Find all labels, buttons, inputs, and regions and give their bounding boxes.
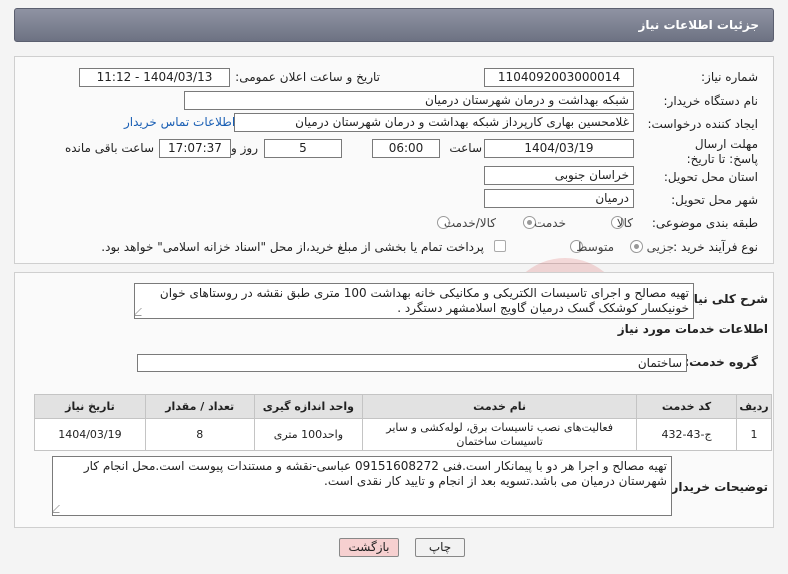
requester-label: ایجاد کننده درخواست: <box>647 117 758 131</box>
description-textarea: تهیه مصالح و اجرای تاسیسات الکتریکی و مک… <box>134 283 694 319</box>
service-group-label: گروه خدمت: <box>684 355 758 369</box>
table-row: 1 ج-43-432 فعالیت‌های نصب تاسیسات برق، ل… <box>34 418 772 451</box>
table-header-row: ردیف کد خدمت نام خدمت واحد اندازه گیری ت… <box>34 394 772 419</box>
col-unit-header: واحد اندازه گیری <box>253 394 364 419</box>
purchase-minor-radio[interactable] <box>630 240 643 253</box>
category-goods-label: کالا <box>616 216 633 230</box>
cell-quantity: 8 <box>144 418 255 451</box>
back-button[interactable]: بازگشت <box>339 538 399 557</box>
city-label: شهر محل تحویل: <box>671 193 758 207</box>
remaining-label: ساعت باقی مانده <box>64 141 154 155</box>
city-field: درمیان <box>484 189 634 208</box>
purchase-type-label: نوع فرآیند خرید : <box>673 240 758 254</box>
need-number-field: 1104092003000014 <box>484 68 634 87</box>
deadline-time-label: ساعت <box>449 141 482 155</box>
description-text: تهیه مصالح و اجرای تاسیسات الکتریکی و مک… <box>159 286 689 315</box>
days-label: روز و <box>231 141 258 155</box>
deadline-label: مهلت ارسال پاسخ: تا تاریخ: <box>686 137 758 166</box>
cell-service-name: فعالیت‌های نصب تاسیسات برق، لوله‌کشی و س… <box>362 418 638 451</box>
col-date-header: تاریخ نیاز <box>34 394 146 419</box>
services-info-title: اطلاعات خدمات مورد نیاز <box>617 322 768 336</box>
resize-grip-icon[interactable] <box>135 308 149 316</box>
service-group-field: ساختمان <box>137 354 687 372</box>
col-name-header: نام خدمت <box>362 394 638 419</box>
buyer-org-field: شبکه بهداشت و درمان شهرستان درمیان <box>184 91 634 110</box>
cell-unit: واحد100 متری <box>253 418 364 451</box>
buyer-org-label: نام دستگاه خریدار: <box>663 94 759 108</box>
cell-service-code: ج-43-432 <box>636 418 737 451</box>
resize-grip-icon[interactable] <box>53 505 67 513</box>
category-label: طبقه بندی موضوعی: <box>651 216 758 230</box>
deadline-time-field: 06:00 <box>372 139 440 158</box>
description-label: شرح کلی نیاز: <box>682 292 768 306</box>
services-table: ردیف کد خدمت نام خدمت واحد اندازه گیری ت… <box>34 394 772 451</box>
need-info-panel <box>14 56 774 264</box>
cell-need-date: 1404/03/19 <box>34 418 146 451</box>
treasury-note: پرداخت تمام یا بخشی از مبلغ خرید،از محل … <box>101 240 484 254</box>
category-service-label: خدمت <box>534 216 566 230</box>
purchase-minor-label: جزیی <box>646 240 674 254</box>
announce-datetime-label: تاریخ و ساعت اعلان عمومی: <box>235 70 380 84</box>
buyer-notes-textarea: تهیه مصالح و اجرا هر دو با پیمانکار است.… <box>52 456 672 516</box>
purchase-medium-label: متوسط <box>576 240 614 254</box>
col-row-header: ردیف <box>736 394 772 419</box>
deadline-date-field: 1404/03/19 <box>484 139 634 158</box>
page-header: جزئیات اطلاعات نیاز <box>14 8 774 42</box>
page-title: جزئیات اطلاعات نیاز <box>638 18 759 32</box>
buyer-notes-label: توضیحات خریدار: <box>666 480 768 494</box>
remaining-time-field: 17:07:37 <box>159 139 231 158</box>
province-label: استان محل تحویل: <box>663 170 758 184</box>
province-field: خراسان جنوبی <box>484 166 634 185</box>
need-number-label: شماره نیاز: <box>701 70 758 84</box>
col-qty-header: تعداد / مقدار <box>144 394 255 419</box>
buyer-notes-text: تهیه مصالح و اجرا هر دو با پیمانکار است.… <box>83 459 667 488</box>
cell-row-number: 1 <box>736 418 772 451</box>
requester-field: غلامحسین بهاری کارپرداز شبکه بهداشت و در… <box>234 113 634 132</box>
announce-datetime-field: 1404/03/13 - 11:12 <box>79 68 230 87</box>
buyer-contact-link[interactable]: اطلاعات تماس خریدار <box>124 115 235 129</box>
treasury-checkbox[interactable] <box>494 240 506 252</box>
print-button[interactable]: چاپ <box>415 538 465 557</box>
category-goods-service-label: کالا/خدمت <box>443 216 496 230</box>
days-field: 5 <box>264 139 342 158</box>
col-code-header: کد خدمت <box>636 394 737 419</box>
